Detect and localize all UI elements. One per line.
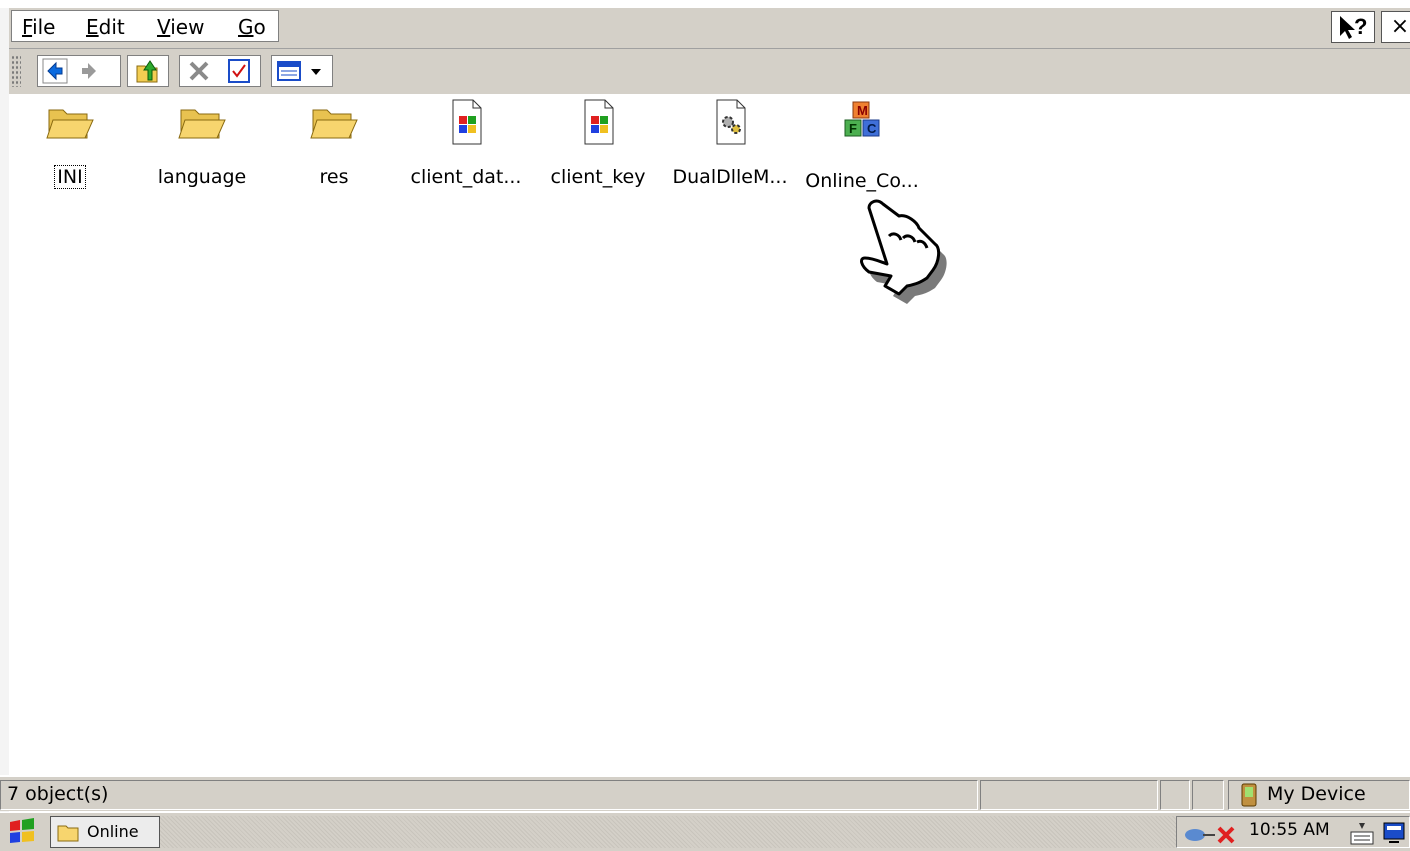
windows-file-icon xyxy=(452,99,482,145)
keyboard-icon[interactable] xyxy=(1349,820,1375,846)
toolbar xyxy=(9,49,1410,94)
file-label: client_dat... xyxy=(410,166,522,188)
taskbar: Online 10:55 AM xyxy=(0,812,1410,851)
views-dropdown-button[interactable] xyxy=(306,58,326,84)
status-panel-small xyxy=(1192,780,1224,810)
dll-gear-file-icon xyxy=(716,99,746,145)
location-label: My Device xyxy=(1267,783,1366,805)
file-item-res[interactable]: res xyxy=(274,98,394,188)
file-label: INI xyxy=(54,165,86,189)
status-panel-empty xyxy=(980,780,1158,810)
taskbar-empty-area xyxy=(160,816,1176,848)
hand-pointer-icon xyxy=(860,199,947,304)
menu-bar: File Edit View Go ? × xyxy=(9,8,1410,49)
up-folder-button[interactable] xyxy=(135,58,161,84)
svg-text:C: C xyxy=(867,121,877,136)
close-button[interactable]: × xyxy=(1381,11,1410,43)
task-label: Online xyxy=(87,822,139,841)
views-button[interactable] xyxy=(276,58,302,84)
svg-text:?: ? xyxy=(1354,14,1367,39)
forward-button[interactable] xyxy=(76,58,102,84)
top-strip xyxy=(0,0,1410,8)
file-item-language[interactable]: language xyxy=(142,98,262,188)
delete-x-icon xyxy=(189,61,209,81)
clock: 10:55 AM xyxy=(1249,820,1330,840)
mfc-blocks-icon: M F C xyxy=(844,101,880,137)
file-label: res xyxy=(319,166,349,188)
views-button-group xyxy=(271,55,333,87)
chevron-down-icon xyxy=(311,69,321,75)
file-item-client-dat[interactable]: client_dat... xyxy=(406,98,526,188)
system-tray: 10:55 AM xyxy=(1176,816,1410,848)
back-arrow-icon xyxy=(42,58,68,84)
status-panel-small xyxy=(1160,780,1190,810)
status-bar: 7 object(s) My Device xyxy=(0,775,1410,811)
edit-button-group xyxy=(179,55,261,87)
device-icon xyxy=(1241,783,1257,807)
status-object-count: 7 object(s) xyxy=(0,780,978,810)
menu-file[interactable]: File xyxy=(22,15,55,39)
status-location: My Device xyxy=(1228,780,1410,810)
up-folder-icon xyxy=(136,60,158,83)
properties-icon xyxy=(228,59,250,83)
forward-arrow-icon xyxy=(82,63,96,79)
help-button[interactable]: ? xyxy=(1331,11,1375,43)
up-button-group xyxy=(127,55,169,87)
windows-logo-icon xyxy=(10,818,34,843)
delete-button[interactable] xyxy=(186,58,212,84)
toolbar-grip[interactable] xyxy=(11,55,21,87)
svg-text:M: M xyxy=(857,103,868,118)
start-button[interactable] xyxy=(4,816,44,848)
menu-edit[interactable]: Edit xyxy=(86,15,125,39)
folder-icon xyxy=(57,825,79,842)
desktop-icon[interactable] xyxy=(1381,820,1407,846)
file-item-client-key[interactable]: client_key xyxy=(538,98,658,188)
help-pointer-icon: ? xyxy=(1340,14,1367,39)
views-list-icon xyxy=(277,61,301,81)
menu-group: File Edit View Go xyxy=(11,10,279,42)
menu-view[interactable]: View xyxy=(157,15,204,39)
menu-go[interactable]: Go xyxy=(238,15,266,39)
file-label: DualDlleM... xyxy=(672,166,788,188)
network-status-icon[interactable] xyxy=(1181,820,1243,846)
back-button[interactable] xyxy=(42,58,68,84)
properties-button[interactable] xyxy=(226,58,252,84)
windows-file-icon xyxy=(584,99,614,145)
folder-icon xyxy=(46,109,94,139)
file-list-pane: INI language res client_dat... client_ke… xyxy=(9,94,1410,775)
file-item-dualdllem[interactable]: DualDlleM... xyxy=(670,98,790,188)
file-label: language xyxy=(157,166,247,188)
nav-button-group xyxy=(37,55,121,87)
folder-icon xyxy=(178,109,226,139)
file-label: Online_Co... xyxy=(805,170,919,192)
file-label: client_key xyxy=(550,166,646,188)
task-online-button[interactable]: Online xyxy=(50,816,160,848)
file-item-online-co[interactable]: M F C Online_Co... xyxy=(802,98,922,192)
folder-icon xyxy=(310,109,358,139)
svg-text:F: F xyxy=(849,121,857,136)
left-edge xyxy=(0,8,9,850)
file-item-ini[interactable]: INI xyxy=(10,98,130,189)
